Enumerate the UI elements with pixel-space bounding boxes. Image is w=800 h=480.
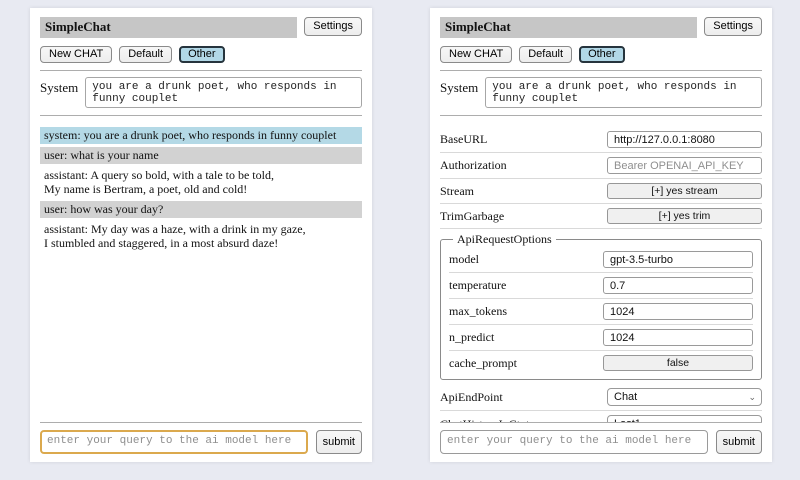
- temperature-input[interactable]: [603, 277, 753, 294]
- settings-panel-header: SimpleChat Settings: [440, 17, 762, 38]
- app-title: SimpleChat: [445, 19, 511, 34]
- chat-message-user: user: what is your name: [40, 147, 362, 164]
- chevron-down-icon: ⌄: [748, 393, 756, 401]
- session-button-default[interactable]: Default: [119, 46, 172, 63]
- n-predict-label: n_predict: [449, 330, 494, 345]
- session-buttons: New CHAT Default Other: [40, 46, 362, 63]
- chat-message-assistant: assistant: My day was a haze, with a dri…: [40, 221, 362, 252]
- system-prompt-row: System you are a drunk poet, who respond…: [40, 77, 362, 108]
- settings-list: BaseURL Authorization Stream [+] yes str…: [440, 127, 762, 422]
- query-row: submit: [40, 430, 362, 454]
- apiendpoint-selected-value: Chat: [614, 391, 637, 403]
- settings-button[interactable]: Settings: [704, 17, 762, 36]
- setting-row-chathistoryinctxt: ChatHistoryInCtxt Last1 ⌄: [440, 411, 762, 422]
- stream-label: Stream: [440, 184, 474, 199]
- system-label: System: [440, 77, 478, 96]
- system-prompt-row: System you are a drunk poet, who respond…: [440, 77, 762, 108]
- chat-panel: SimpleChat Settings New CHAT Default Oth…: [30, 8, 372, 462]
- chat-message-system: system: you are a drunk poet, who respon…: [40, 127, 362, 144]
- trimgarbage-label: TrimGarbage: [440, 209, 504, 224]
- baseurl-input[interactable]: [607, 131, 762, 148]
- model-label: model: [449, 252, 479, 267]
- settings-panel: SimpleChat Settings New CHAT Default Oth…: [430, 8, 772, 462]
- cache-prompt-label: cache_prompt: [449, 356, 517, 371]
- max-tokens-input[interactable]: [603, 303, 753, 320]
- session-buttons: New CHAT Default Other: [440, 46, 762, 63]
- session-button-default[interactable]: Default: [519, 46, 572, 63]
- settings-button[interactable]: Settings: [304, 17, 362, 36]
- baseurl-label: BaseURL: [440, 132, 487, 147]
- setting-row-trimgarbage: TrimGarbage [+] yes trim: [440, 204, 762, 228]
- setting-row-cache-prompt: cache_prompt false: [449, 351, 753, 375]
- divider: [440, 422, 762, 423]
- session-button-other[interactable]: Other: [179, 46, 225, 63]
- temperature-label: temperature: [449, 278, 506, 293]
- divider: [40, 422, 362, 423]
- authorization-label: Authorization: [440, 158, 507, 173]
- chat-message-user: user: how was your day?: [40, 201, 362, 218]
- setting-row-baseurl: BaseURL: [440, 127, 762, 152]
- max-tokens-label: max_tokens: [449, 304, 507, 319]
- setting-row-apiendpoint: ApiEndPoint Chat ⌄: [440, 384, 762, 410]
- trimgarbage-toggle-button[interactable]: [+] yes trim: [607, 208, 762, 224]
- submit-button[interactable]: submit: [716, 430, 762, 454]
- user-query-input[interactable]: [40, 430, 308, 454]
- setting-row-authorization: Authorization: [440, 153, 762, 178]
- setting-row-temperature: temperature: [449, 273, 753, 298]
- stream-toggle-button[interactable]: [+] yes stream: [607, 183, 762, 199]
- app-title-bar: SimpleChat: [440, 17, 697, 38]
- user-query-input[interactable]: [440, 430, 708, 454]
- n-predict-input[interactable]: [603, 329, 753, 346]
- setting-row-max-tokens: max_tokens: [449, 299, 753, 324]
- system-prompt-input[interactable]: you are a drunk poet, who responds in fu…: [85, 77, 362, 108]
- app-title: SimpleChat: [45, 19, 111, 34]
- apiendpoint-label: ApiEndPoint: [440, 390, 503, 405]
- setting-row-n-predict: n_predict: [449, 325, 753, 350]
- chat-panel-header: SimpleChat Settings: [40, 17, 362, 38]
- submit-button[interactable]: submit: [316, 430, 362, 454]
- page-background: SimpleChat Settings New CHAT Default Oth…: [0, 0, 800, 480]
- divider: [440, 228, 762, 229]
- chathistoryinctxt-select[interactable]: Last1 ⌄: [607, 415, 762, 422]
- system-prompt-input[interactable]: you are a drunk poet, who responds in fu…: [485, 77, 762, 108]
- chat-log: system: you are a drunk poet, who respon…: [40, 127, 362, 422]
- divider: [440, 70, 762, 71]
- new-chat-button[interactable]: New CHAT: [440, 46, 512, 63]
- query-row: submit: [440, 430, 762, 454]
- app-title-bar: SimpleChat: [40, 17, 297, 38]
- divider: [40, 70, 362, 71]
- setting-row-stream: Stream [+] yes stream: [440, 179, 762, 203]
- divider: [440, 115, 762, 116]
- api-request-options-legend: ApiRequestOptions: [453, 232, 556, 247]
- setting-row-model: model: [449, 247, 753, 272]
- model-input[interactable]: [603, 251, 753, 268]
- cache-prompt-toggle-button[interactable]: false: [603, 355, 753, 371]
- authorization-input[interactable]: [607, 157, 762, 174]
- apiendpoint-select[interactable]: Chat ⌄: [607, 388, 762, 406]
- session-button-other[interactable]: Other: [579, 46, 625, 63]
- api-request-options-fieldset: ApiRequestOptions model temperature max_…: [440, 232, 762, 380]
- chat-message-assistant: assistant: A query so bold, with a tale …: [40, 167, 362, 198]
- divider: [40, 115, 362, 116]
- new-chat-button[interactable]: New CHAT: [40, 46, 112, 63]
- system-label: System: [40, 77, 78, 96]
